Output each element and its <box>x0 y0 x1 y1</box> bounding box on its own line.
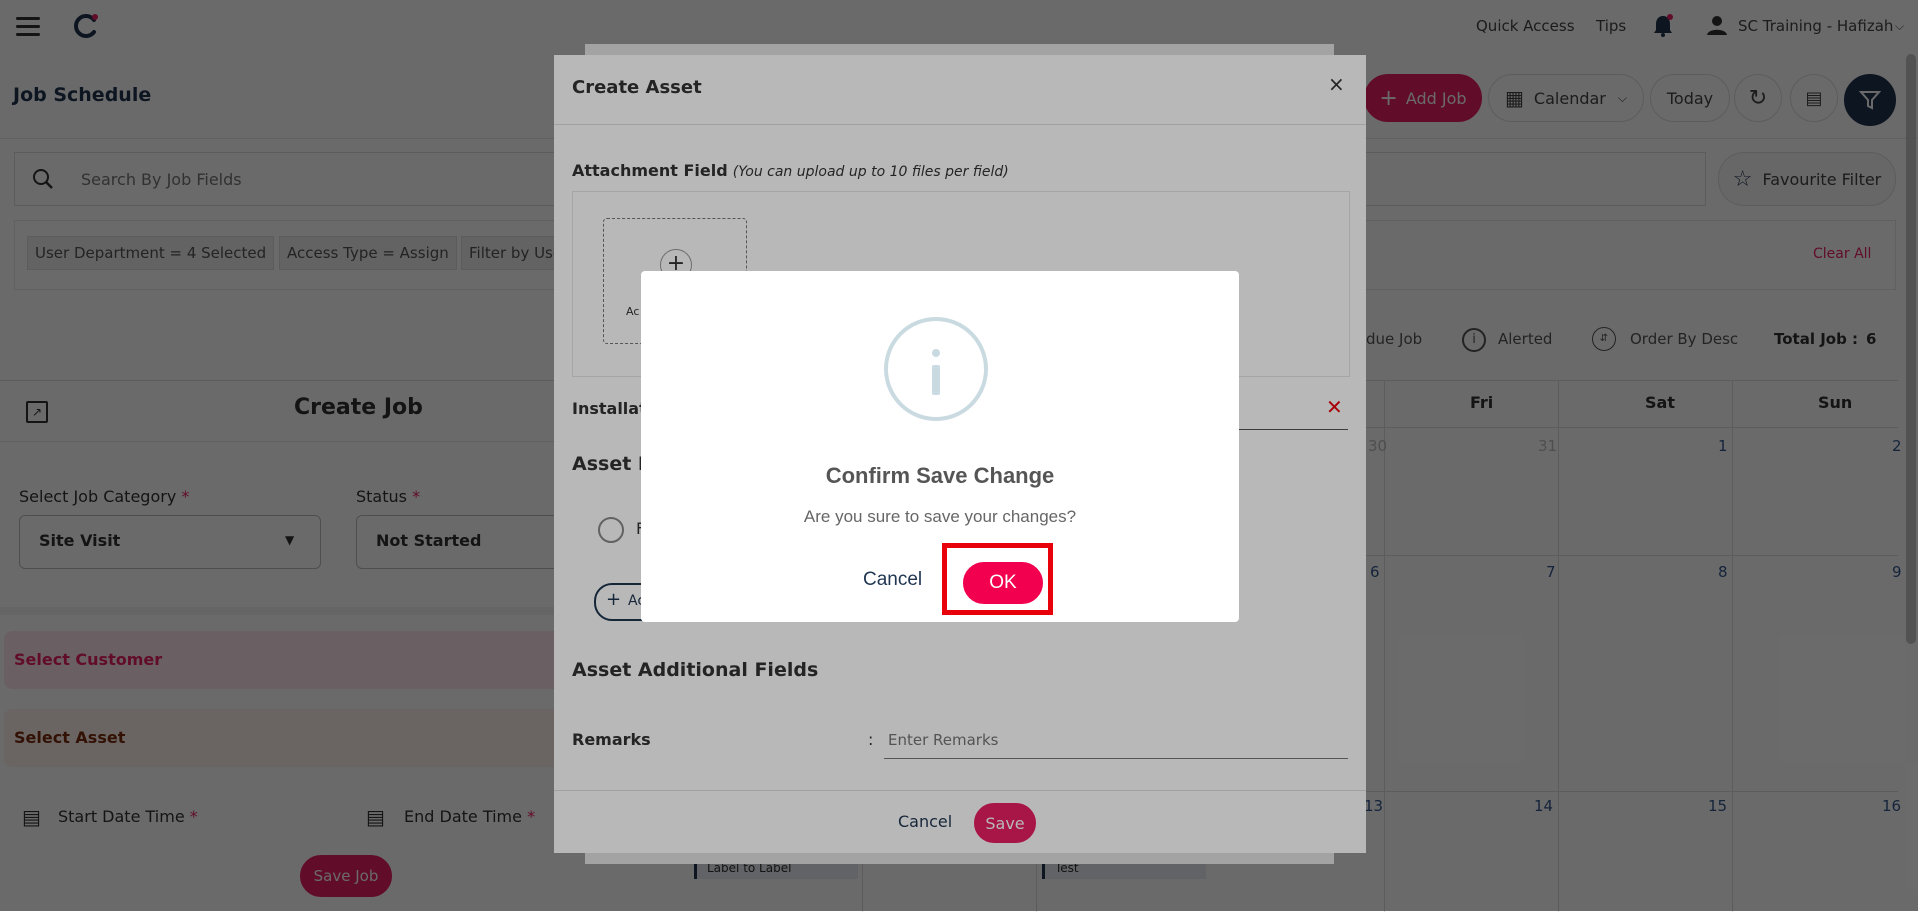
dialog-cancel-button[interactable]: Cancel <box>863 569 922 591</box>
ok-button[interactable]: OK <box>963 562 1043 604</box>
info-icon <box>884 317 988 421</box>
dialog-title: Confirm Save Change <box>825 463 1055 488</box>
confirm-dialog: Confirm Save Change Are you sure to save… <box>641 271 1239 622</box>
dialog-message: Are you sure to save your changes? <box>803 507 1077 526</box>
